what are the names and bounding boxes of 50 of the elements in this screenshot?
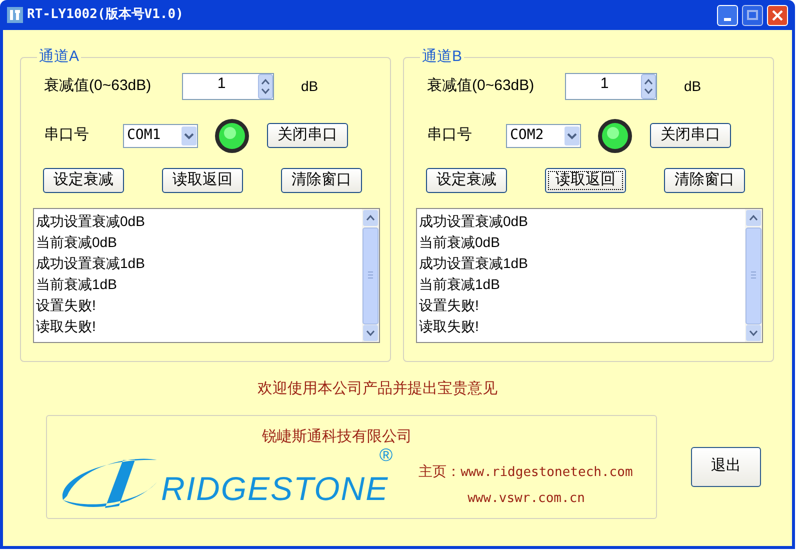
spin-arrows-icon[interactable] <box>258 74 273 99</box>
port-dropdown[interactable]: COM2 <box>506 124 581 148</box>
minimize-button[interactable] <box>717 4 738 26</box>
window-title: RT-LY1002(版本号V1.0) <box>27 6 184 24</box>
maximize-button[interactable] <box>742 4 763 26</box>
scrollbar[interactable] <box>745 208 762 342</box>
scrollbar[interactable] <box>362 208 379 342</box>
welcome-message: 欢迎使用本公司产品并提出宝贵意见 <box>256 379 498 399</box>
action-button[interactable]: 设定衰减 <box>426 168 507 192</box>
log-line: 当前衰减1dB <box>419 274 501 294</box>
close-button[interactable] <box>767 4 788 26</box>
group-title: 通道B <box>421 47 464 67</box>
close-port-button[interactable]: 关闭串口 <box>650 123 731 148</box>
port-dropdown[interactable]: COM1 <box>123 124 198 148</box>
homepage-link[interactable]: www.ridgestonetech.com <box>460 463 633 482</box>
spin-arrows-icon[interactable] <box>641 74 656 99</box>
group-title: 通道A <box>38 47 80 67</box>
port-label: 串口号 <box>426 125 473 146</box>
homepage-link[interactable]: www.vswr.com.cn <box>418 488 633 508</box>
exit-button[interactable]: 退出 <box>691 446 761 486</box>
log-line: 当前衰减0dB <box>419 232 501 252</box>
unit-label: dB <box>301 77 318 96</box>
log-line: 成功设置衰减0dB <box>36 212 146 230</box>
action-button[interactable]: 设定衰减 <box>43 168 124 192</box>
registered-mark: ® <box>379 446 393 464</box>
action-button[interactable]: 清除窗口 <box>281 168 362 192</box>
close-port-button[interactable]: 关闭串口 <box>267 123 348 148</box>
attenuation-label: 衰减值(0~63dB) <box>43 76 152 96</box>
action-button[interactable]: 读取返回 <box>162 168 243 192</box>
log-line: 成功设置衰减1dB <box>36 254 146 272</box>
unit-label: dB <box>684 77 702 96</box>
port-label: 串口号 <box>43 125 90 146</box>
app-icon <box>7 7 23 23</box>
log-line: 读取失败! <box>36 316 97 336</box>
log-line: 当前衰减0dB <box>36 232 118 252</box>
homepage-label: 主页： <box>418 462 461 481</box>
log-line: 成功设置衰减0dB <box>419 212 529 230</box>
action-button[interactable]: 清除窗口 <box>664 168 745 192</box>
log-line: 设置失败! <box>419 296 480 314</box>
logo-text: RIDGESTONE <box>161 472 389 505</box>
attenuation-label: 衰减值(0~63dB) <box>426 76 536 96</box>
close-icon <box>772 10 783 20</box>
attenuation-spinbox[interactable]: 1 <box>565 73 657 100</box>
action-button[interactable]: 读取返回 <box>545 168 626 192</box>
log-line: 设置失败! <box>36 296 97 314</box>
company-name: 锐崨斯通科技有限公司 <box>261 426 413 446</box>
log-line: 当前衰减1dB <box>36 274 118 294</box>
log-line: 成功设置衰减1dB <box>419 254 529 272</box>
attenuation-spinbox[interactable]: 1 <box>182 73 274 100</box>
log-line: 读取失败! <box>419 316 480 336</box>
